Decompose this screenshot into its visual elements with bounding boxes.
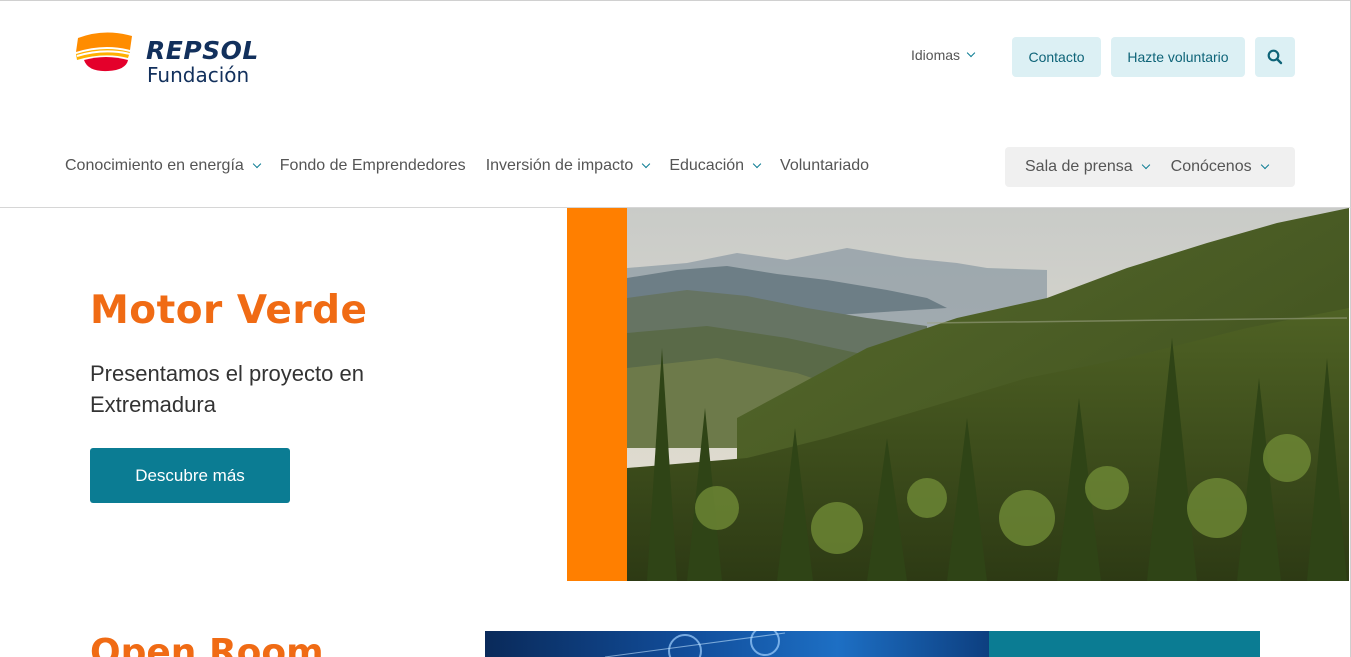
chevron-down-icon xyxy=(642,159,651,168)
nav-item-conocimiento-energia[interactable]: Conocimiento en energía xyxy=(65,157,262,175)
open-room-accent xyxy=(989,631,1260,657)
language-selector[interactable]: Idiomas xyxy=(911,47,976,63)
logo-wordmark: REPSOL xyxy=(146,36,259,65)
logo-subtitle: Fundación xyxy=(147,63,250,87)
nav-item-label: Conócenos xyxy=(1170,158,1252,175)
nav-item-conocenos[interactable]: Conócenos xyxy=(1170,158,1269,176)
secondary-nav: Sala de prensa Conócenos xyxy=(1005,147,1295,187)
nav-item-voluntariado[interactable]: Voluntariado xyxy=(780,157,869,175)
nav-item-label: Sala de prensa xyxy=(1025,158,1133,175)
chevron-down-icon xyxy=(1260,160,1269,169)
search-button[interactable] xyxy=(1255,37,1295,77)
top-border xyxy=(0,0,1351,1)
repsol-logo-mark-icon xyxy=(76,32,132,72)
nav-item-educacion[interactable]: Educación xyxy=(669,157,762,175)
chevron-down-icon xyxy=(752,159,762,168)
nav-item-label: Inversión de impacto xyxy=(485,157,634,174)
nav-item-label: Voluntariado xyxy=(780,157,870,174)
open-room-image xyxy=(485,631,989,657)
nav-item-label: Educación xyxy=(669,157,745,174)
volunteer-button[interactable]: Hazte voluntario xyxy=(1111,37,1245,77)
nav-item-label: Conocimiento en energía xyxy=(65,157,244,174)
open-room-title: Open Room xyxy=(90,632,324,657)
hero-subtitle: Presentamos el proyecto en Extremadura xyxy=(90,361,364,417)
search-icon xyxy=(1267,49,1283,65)
chevron-down-icon xyxy=(252,159,262,168)
nav-item-sala-prensa[interactable]: Sala de prensa xyxy=(1025,158,1150,176)
chevron-down-icon xyxy=(966,48,976,58)
nav-item-fondo-emprendedores[interactable]: Fondo de Emprendedores xyxy=(280,157,466,175)
chevron-down-icon xyxy=(1141,160,1150,169)
repsol-fundacion-logo[interactable]: REPSOL Fundación xyxy=(74,30,274,88)
main-nav: Conocimiento en energía Fondo de Emprend… xyxy=(65,157,889,175)
language-label: Idiomas xyxy=(911,47,961,63)
discover-more-button[interactable]: Descubre más xyxy=(90,448,290,503)
hero-title: Motor Verde xyxy=(90,288,368,333)
hero-accent-bar xyxy=(567,208,627,581)
hero-image-forest-mountains xyxy=(627,208,1349,581)
nav-item-inversion-impacto[interactable]: Inversión de impacto xyxy=(485,157,651,175)
nav-item-label: Fondo de Emprendedores xyxy=(279,157,466,174)
contact-button[interactable]: Contacto xyxy=(1012,37,1101,77)
